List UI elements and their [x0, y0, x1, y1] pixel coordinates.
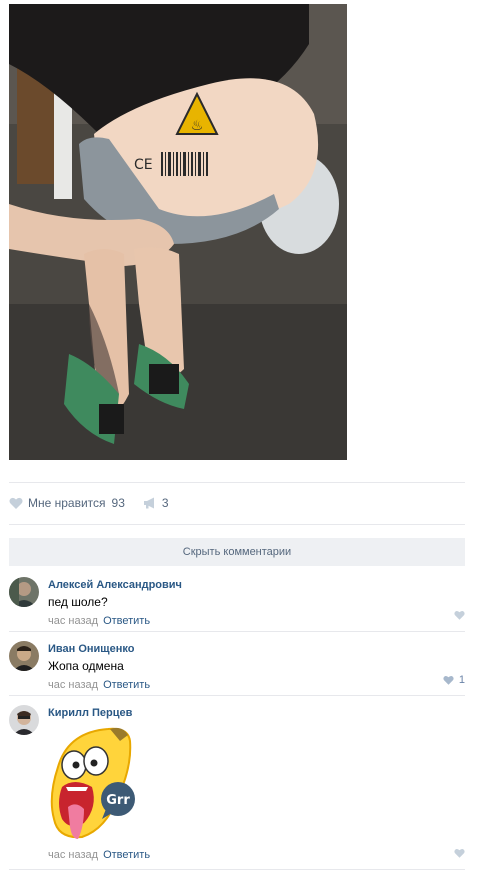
heart-icon — [454, 610, 465, 620]
sticker-text: Grr — [106, 793, 130, 808]
reply-button[interactable]: Ответить — [103, 849, 150, 861]
svg-text:CE: CE — [134, 157, 153, 173]
comment-text: пед шоле? — [48, 595, 108, 609]
sticker-image[interactable]: Grr — [48, 727, 144, 841]
comment-time[interactable]: час назад — [48, 679, 98, 691]
post-actions: Мне нравится 93 3 — [9, 493, 169, 513]
heart-icon — [443, 675, 454, 685]
like-button[interactable]: Мне нравится 93 — [9, 496, 125, 510]
reply-button[interactable]: Ответить — [103, 679, 150, 691]
share-count: 3 — [161, 496, 169, 510]
comment: Иван Онищенко Жопа одмена час назад Ответ… — [9, 641, 465, 695]
heart-icon — [9, 497, 23, 509]
comment-text: Жопа одмена — [48, 659, 124, 673]
like-label: Мне нравится — [28, 496, 106, 510]
divider — [9, 631, 465, 632]
comment-like-count: 1 — [458, 674, 465, 686]
svg-text:♨: ♨ — [191, 118, 204, 134]
avatar[interactable] — [9, 577, 39, 607]
hide-comments-button[interactable]: Скрыть комментарии — [9, 538, 465, 566]
comment: Алексей Александрович пед шоле? час наза… — [9, 577, 465, 631]
reply-button[interactable]: Ответить — [103, 615, 150, 627]
avatar[interactable] — [9, 641, 39, 671]
share-button[interactable]: 3 — [143, 496, 169, 510]
comment-like-button[interactable] — [454, 610, 465, 620]
comment-time[interactable]: час назад — [48, 615, 98, 627]
divider — [9, 482, 465, 483]
comment-author[interactable]: Алексей Александрович — [48, 579, 182, 592]
divider — [9, 695, 465, 696]
comment-like-button[interactable] — [454, 848, 465, 858]
comment-like-button[interactable]: 1 — [443, 674, 465, 686]
comment-author[interactable]: Кирилл Перцев — [48, 707, 132, 720]
megaphone-icon — [143, 497, 154, 509]
comment-time[interactable]: час назад — [48, 849, 98, 861]
comment: Кирилл Перцев Grr час назад Ответить — [9, 705, 465, 870]
divider — [9, 869, 465, 870]
divider — [9, 524, 465, 525]
heart-icon — [454, 848, 465, 858]
post-photo[interactable]: ♨ CE — [9, 4, 347, 460]
comment-author[interactable]: Иван Онищенко — [48, 643, 134, 656]
avatar[interactable] — [9, 705, 39, 735]
like-count: 93 — [111, 496, 125, 510]
